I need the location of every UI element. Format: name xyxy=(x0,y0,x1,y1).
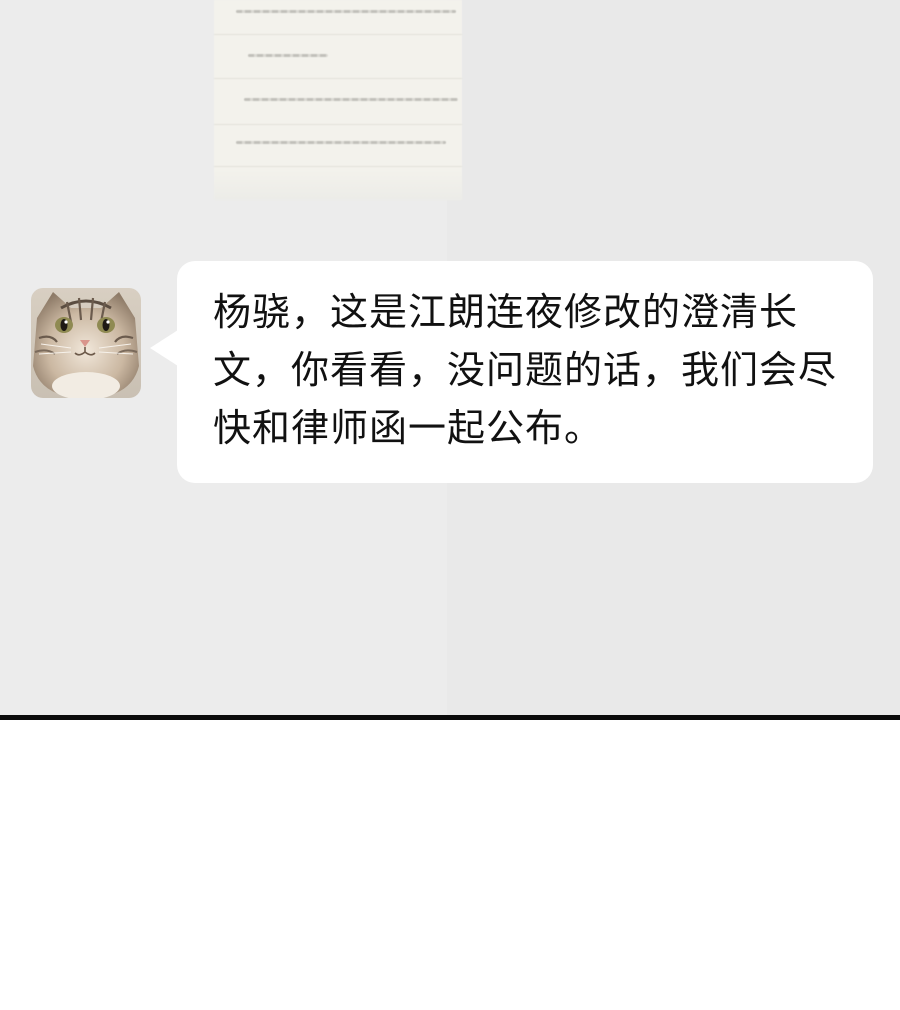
blurred-document-image[interactable] xyxy=(214,0,462,200)
document-rule xyxy=(214,34,462,35)
document-rule xyxy=(214,124,462,125)
chat-area: 杨骁，这是江朗连夜修改的澄清长文，你看看，没问题的话，我们会尽快和律师函一起公布… xyxy=(0,0,900,717)
cat-avatar-icon-graphic xyxy=(31,288,141,398)
document-text-line xyxy=(236,10,456,13)
document-text-line xyxy=(236,141,446,144)
message-text: 杨骁，这是江朗连夜修改的澄清长文，你看看，没问题的话，我们会尽快和律师函一起公布… xyxy=(213,290,838,450)
document-rule xyxy=(214,166,462,167)
panel-divider xyxy=(0,715,900,720)
message-bubble-tail xyxy=(150,330,178,366)
document-text-line xyxy=(248,54,328,57)
message-bubble[interactable]: 杨骁，这是江朗连夜修改的澄清长文，你看看，没问题的话，我们会尽快和律师函一起公布… xyxy=(177,261,873,483)
cat-avatar-icon[interactable] xyxy=(31,288,141,398)
document-rule xyxy=(214,78,462,79)
document-fade xyxy=(214,170,462,200)
document-text-line xyxy=(244,98,458,101)
